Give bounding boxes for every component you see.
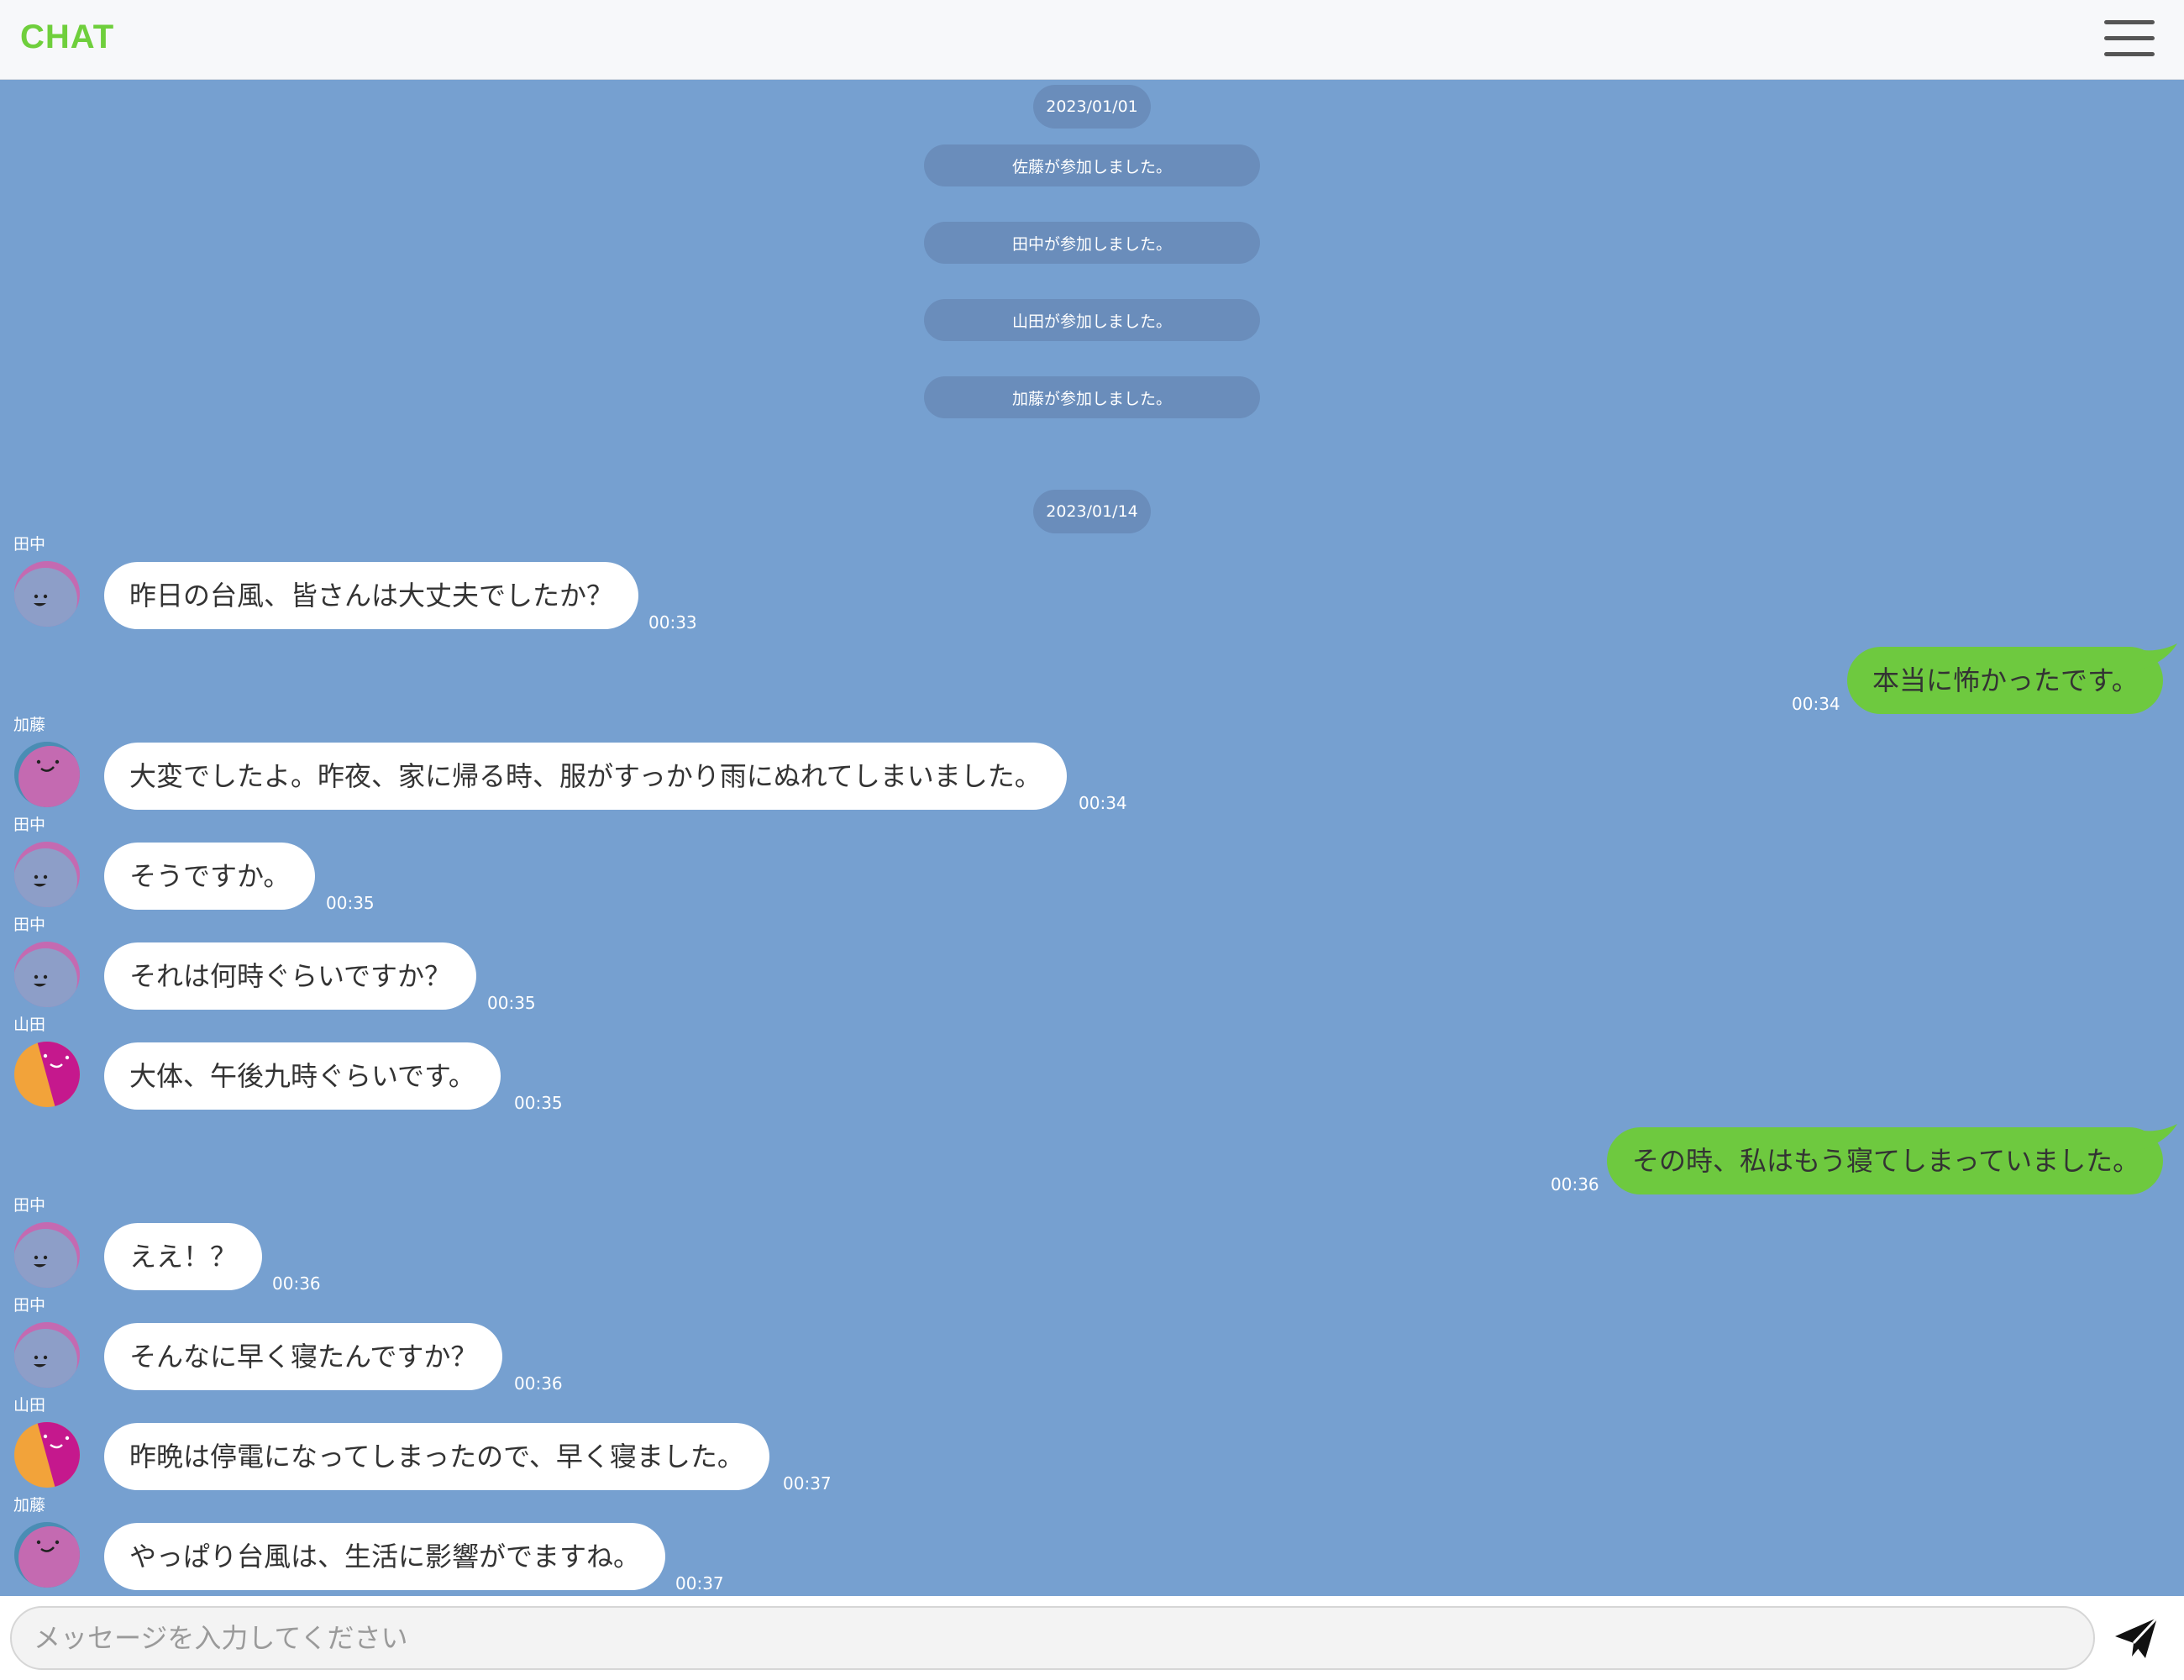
sender-name: 田中 bbox=[13, 1296, 46, 1315]
message-bubble[interactable]: 昨日の台風、皆さんは大丈夫でしたか？ bbox=[104, 562, 639, 629]
message-bubble[interactable]: 大変でしたよ。昨夜、家に帰る時、服がすっかり雨にぬれてしまいました。 bbox=[104, 743, 1067, 810]
sender-name: 山田 bbox=[13, 1396, 46, 1415]
incoming-message: 加藤 大変でしたよ。昨夜、家に帰る時、服がすっかり雨にぬれてしまいました。 00… bbox=[0, 716, 2184, 813]
sender-name: 加藤 bbox=[13, 716, 46, 734]
avatar-tanaka-icon[interactable] bbox=[13, 841, 81, 908]
incoming-message: 田中 それは何時ぐらいですか？ 00:35 bbox=[0, 916, 2184, 1013]
date-separator: 2023/01/14 bbox=[1033, 490, 1151, 533]
message-bubble[interactable]: それは何時ぐらいですか？ bbox=[104, 942, 477, 1010]
chat-message-list[interactable]: 2023/01/01 佐藤が参加しました。 田中が参加しました。 山田が参加しま… bbox=[0, 80, 2184, 1596]
incoming-message: 加藤 やっぱり台風は、生活に影響がでますね。 00:37 bbox=[0, 1496, 2184, 1593]
date-separator: 2023/01/01 bbox=[1033, 85, 1151, 129]
message-bubble[interactable]: 本当に怖かったです。 bbox=[1847, 647, 2163, 714]
message-bubble[interactable]: やっぱり台風は、生活に影響がでますね。 bbox=[104, 1523, 666, 1590]
system-message: 加藤が参加しました。 bbox=[924, 376, 1260, 418]
message-bubble[interactable]: その時、私はもう寝てしまっていました。 bbox=[1607, 1127, 2163, 1194]
incoming-message: 田中 そうですか。 00:35 bbox=[0, 816, 2184, 913]
hamburger-menu-icon[interactable] bbox=[2104, 15, 2155, 62]
sender-name: 田中 bbox=[13, 1196, 46, 1215]
avatar-kato-icon[interactable] bbox=[13, 1521, 81, 1588]
incoming-message: 田中 ええ！？ 00:36 bbox=[0, 1196, 2184, 1294]
outgoing-message: 00:36 その時、私はもう寝てしまっていました。 bbox=[0, 1124, 2184, 1203]
bubble-tail bbox=[2144, 643, 2177, 669]
avatar-yamada-icon[interactable] bbox=[13, 1421, 81, 1488]
message-time: 00:35 bbox=[487, 993, 536, 1013]
message-time: 00:34 bbox=[1792, 694, 1840, 714]
bubble-tail bbox=[2144, 1124, 2177, 1149]
message-composer bbox=[0, 1596, 2184, 1680]
message-bubble[interactable]: そんなに早く寝たんですか？ bbox=[104, 1323, 503, 1390]
message-time: 00:34 bbox=[1079, 793, 1127, 813]
incoming-message: 田中 昨日の台風、皆さんは大丈夫でしたか？ 00:33 bbox=[0, 535, 2184, 633]
message-time: 00:35 bbox=[326, 893, 375, 913]
message-time: 00:36 bbox=[1551, 1174, 1599, 1194]
avatar-yamada-icon[interactable] bbox=[13, 1041, 81, 1108]
avatar-kato-icon[interactable] bbox=[13, 741, 81, 808]
system-message: 佐藤が参加しました。 bbox=[924, 144, 1260, 186]
sender-name: 田中 bbox=[13, 916, 46, 934]
message-bubble[interactable]: 昨晩は停電になってしまったので、早く寝ました。 bbox=[104, 1423, 769, 1490]
sender-name: 田中 bbox=[13, 535, 46, 554]
paper-plane-send-icon[interactable] bbox=[2110, 1614, 2160, 1662]
message-time: 00:35 bbox=[514, 1093, 563, 1113]
avatar-tanaka-icon[interactable] bbox=[13, 1321, 81, 1389]
incoming-message: 田中 そんなに早く寝たんですか？ 00:36 bbox=[0, 1296, 2184, 1394]
message-time: 00:36 bbox=[514, 1373, 563, 1394]
sender-name: 山田 bbox=[13, 1016, 46, 1034]
avatar-tanaka-icon[interactable] bbox=[13, 1221, 81, 1289]
sender-name: 田中 bbox=[13, 816, 46, 834]
outgoing-message: 00:34 本当に怖かったです。 bbox=[0, 643, 2184, 722]
app-brand[interactable]: CHAT bbox=[20, 18, 114, 56]
system-message: 田中が参加しました。 bbox=[924, 222, 1260, 264]
message-bubble[interactable]: ええ！？ bbox=[104, 1223, 263, 1290]
avatar-tanaka-icon[interactable] bbox=[13, 560, 81, 627]
system-message: 山田が参加しました。 bbox=[924, 299, 1260, 341]
incoming-message: 山田 大体、午後九時ぐらいです。 00:35 bbox=[0, 1016, 2184, 1113]
message-time: 00:37 bbox=[675, 1573, 724, 1593]
message-time: 00:37 bbox=[783, 1473, 832, 1494]
app-header: CHAT bbox=[0, 0, 2184, 80]
message-time: 00:33 bbox=[648, 612, 697, 633]
message-time: 00:36 bbox=[272, 1273, 321, 1294]
incoming-message: 山田 昨晩は停電になってしまったので、早く寝ました。 00:37 bbox=[0, 1396, 2184, 1494]
message-bubble[interactable]: 大体、午後九時ぐらいです。 bbox=[104, 1042, 501, 1110]
sender-name: 加藤 bbox=[13, 1496, 46, 1515]
avatar-tanaka-icon[interactable] bbox=[13, 941, 81, 1008]
message-input[interactable] bbox=[10, 1606, 2095, 1670]
message-bubble[interactable]: そうですか。 bbox=[104, 843, 316, 910]
